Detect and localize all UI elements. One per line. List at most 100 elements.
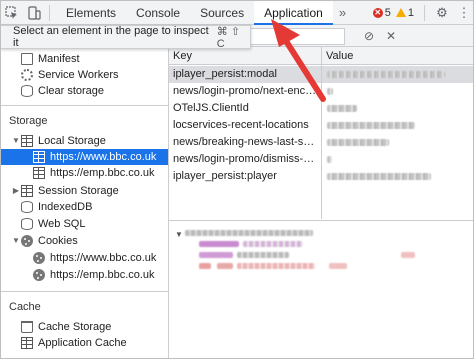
value-preview-pane: ▼: [169, 220, 473, 358]
row-value-redacted: [327, 88, 333, 95]
inspect-element-icon[interactable]: [1, 1, 23, 25]
inspect-tooltip: Select an element in the page to inspect…: [1, 25, 251, 50]
redacted-preview-line: [199, 263, 211, 269]
collapsed-triangle-icon[interactable]: ▶: [11, 183, 21, 199]
sidebar-item-local-www-bbc[interactable]: https://www.bbc.co.uk: [1, 149, 168, 165]
grid-icon: [21, 185, 33, 197]
redacted-preview-line: [185, 230, 313, 236]
sidebar-item-cache-storage[interactable]: Cache Storage: [1, 319, 168, 335]
expand-triangle-icon[interactable]: ▼: [175, 230, 183, 239]
row-value-redacted: [327, 139, 389, 146]
row-key: iplayer_persist:player: [173, 170, 277, 182]
grid-icon: [33, 151, 45, 163]
sidebar-item-label: Cache Storage: [38, 321, 112, 333]
sidebar-item-application-cache[interactable]: Application Cache: [1, 335, 168, 351]
sidebar-item-label: Clear storage: [38, 85, 105, 97]
row-value-redacted: [327, 122, 415, 129]
cache-heading: Cache: [9, 301, 41, 313]
redacted-preview-line: [237, 263, 315, 269]
error-count: 5: [384, 6, 391, 19]
row-value-redacted: [327, 105, 357, 112]
filter-input[interactable]: [245, 28, 345, 45]
sidebar-item-label: Application Cache: [38, 337, 127, 349]
cookie-icon: [33, 269, 45, 281]
sidebar-item-label: https://www.bbc.co.uk: [50, 151, 157, 163]
more-options-icon[interactable]: ⋮: [453, 5, 473, 21]
sidebar-item-label: Web SQL: [38, 218, 86, 230]
error-warning-counter[interactable]: ✕ 5 1: [372, 6, 414, 19]
redacted-preview-line: [401, 252, 415, 258]
tab-application[interactable]: Application: [254, 1, 333, 25]
grid-icon: [21, 337, 33, 349]
tab-elements[interactable]: Elements: [56, 1, 126, 25]
database-icon: [21, 321, 33, 333]
section-divider: [1, 105, 169, 106]
sidebar-item-label: IndexedDB: [38, 201, 93, 213]
sidebar-item-indexeddb[interactable]: IndexedDB: [1, 199, 168, 215]
grid-icon: [33, 167, 45, 179]
sidebar-item-label: Local Storage: [38, 135, 106, 147]
row-key: locservices-recent-locations: [173, 119, 309, 131]
device-toolbar-icon[interactable]: [23, 1, 45, 25]
devtools-tabbar: Elements Console Sources Application » ✕…: [1, 1, 473, 25]
database-icon: [21, 218, 33, 230]
column-header-value[interactable]: Value: [322, 47, 473, 65]
database-icon: [21, 85, 33, 97]
clear-all-icon[interactable]: ⊘: [361, 28, 377, 44]
toolbar-divider: [49, 4, 50, 21]
redacted-preview-line: [243, 241, 303, 247]
application-sidebar: Manifest Service Workers Clear storage S…: [1, 49, 169, 358]
sidebar-item-label: Manifest: [38, 53, 80, 65]
redacted-preview-line: [217, 263, 233, 269]
cookie-icon: [21, 235, 33, 247]
column-divider[interactable]: [321, 47, 322, 219]
sidebar-item-label: Service Workers: [38, 69, 119, 81]
delete-selected-icon[interactable]: ✕: [383, 28, 399, 44]
redacted-preview-line: [237, 252, 289, 258]
row-value-redacted: [327, 156, 332, 163]
sidebar-item-local-emp-bbc[interactable]: https://emp.bbc.co.uk: [1, 165, 168, 181]
sidebar-item-cookies-emp-bbc[interactable]: https://emp.bbc.co.uk: [1, 267, 168, 283]
row-key: OTelJS.ClientId: [173, 102, 249, 114]
row-key: iplayer_persist:modal: [173, 68, 277, 80]
expanded-triangle-icon[interactable]: ▼: [11, 133, 21, 149]
storage-table: Key Value iplayer_persist:modal news/log…: [169, 47, 473, 219]
warning-icon: [395, 8, 406, 17]
sidebar-item-clear-storage[interactable]: Clear storage: [1, 83, 168, 99]
gear-icon: [21, 69, 33, 81]
sidebar-item-local-storage[interactable]: ▼ Local Storage: [1, 133, 168, 149]
sidebar-item-label: Session Storage: [38, 185, 119, 197]
row-key: news/login-promo/next-enco...: [173, 85, 319, 97]
settings-gear-icon[interactable]: ⚙: [431, 5, 453, 21]
section-divider: [1, 291, 169, 292]
grid-icon: [21, 135, 33, 147]
sidebar-item-manifest[interactable]: Manifest: [1, 51, 168, 67]
tab-sources[interactable]: Sources: [190, 1, 254, 25]
row-value-redacted: [327, 173, 431, 180]
row-value-redacted: [327, 71, 445, 78]
error-icon: ✕: [372, 7, 383, 18]
double-chevron-right-icon[interactable]: »: [333, 1, 352, 25]
inspect-shortcut: ⌘ ⇧ C: [216, 25, 241, 50]
sidebar-item-web-sql[interactable]: Web SQL: [1, 216, 168, 232]
database-icon: [21, 201, 33, 213]
sidebar-item-label: https://emp.bbc.co.uk: [50, 269, 155, 281]
sidebar-item-cookies-www-bbc[interactable]: https://www.bbc.co.uk: [1, 250, 168, 266]
sidebar-item-cookies[interactable]: ▼ Cookies: [1, 233, 168, 249]
redacted-preview-line: [199, 252, 233, 258]
sidebar-item-service-workers[interactable]: Service Workers: [1, 67, 168, 83]
tab-console[interactable]: Console: [126, 1, 190, 25]
sidebar-item-label: https://emp.bbc.co.uk: [50, 167, 155, 179]
redacted-preview-line: [199, 241, 239, 247]
inspect-tooltip-text: Select an element in the page to inspect…: [13, 25, 209, 49]
expanded-triangle-icon[interactable]: ▼: [11, 233, 21, 249]
redacted-preview-line: [329, 263, 347, 269]
cookie-icon: [33, 252, 45, 264]
sidebar-item-label: https://www.bbc.co.uk: [50, 252, 157, 264]
sidebar-item-label: Cookies: [38, 235, 78, 247]
sidebar-item-session-storage[interactable]: ▶ Session Storage: [1, 183, 168, 199]
column-header-key[interactable]: Key: [169, 47, 321, 65]
warning-count: 1: [407, 6, 414, 19]
document-icon: [21, 53, 33, 65]
row-key: news/login-promo/dismiss-co...: [173, 153, 319, 165]
